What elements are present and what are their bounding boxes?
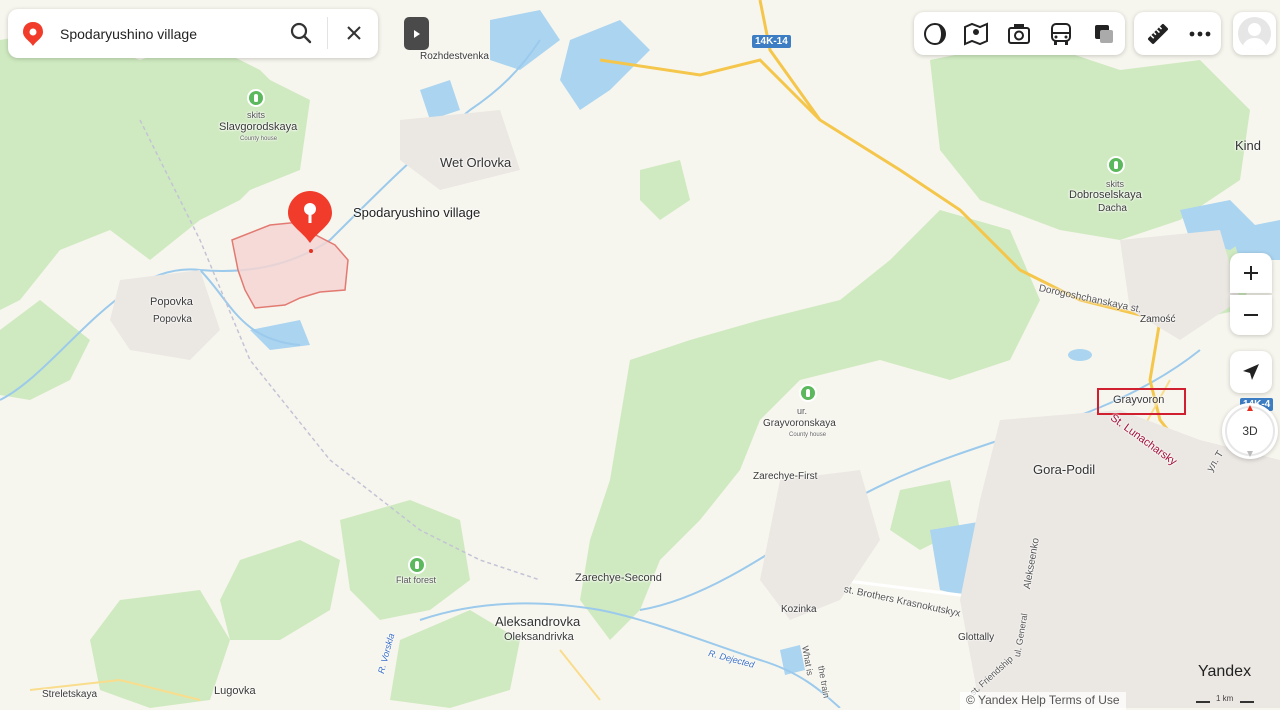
panorama-icon [964,22,988,46]
place-label-slavgorodskaya-small: skits [247,110,265,120]
place-label-aleksandrovka: Aleksandrovka [495,614,581,629]
place-label-dobroselskaya: Dobroselskaya [1069,189,1142,201]
location-pin[interactable] [286,189,334,245]
place-label-oleksandrivka: Oleksandrivka [504,631,574,643]
transit-button[interactable] [1045,18,1077,50]
avatar [1238,17,1271,50]
map-toolbar [914,12,1125,55]
traffic-button[interactable] [1088,18,1120,50]
place-label-grayvoronskaya-micro: County house [789,432,827,438]
layers-icon [924,23,946,45]
map-canvas[interactable] [0,0,1280,708]
layers-button[interactable] [919,18,951,50]
park-icon [408,556,426,574]
park-icon [799,384,817,402]
park-icon [1107,156,1125,174]
search-divider [327,17,328,49]
place-label-lugovka: Lugovka [214,685,256,697]
place-label-popovka: Popovka [150,296,193,308]
more-button[interactable] [1184,18,1216,50]
search-icon [290,22,312,44]
place-label-zamosc: Zamość [1140,314,1176,325]
scale-label: 1 km [1216,694,1234,703]
place-label-kozinka: Kozinka [781,604,817,615]
place-label-spodaryushino[interactable]: Spodaryushino village [353,205,480,220]
3d-toggle-label: 3D [1242,424,1258,438]
scale-bar: 1 km [1196,694,1276,708]
place-label-glottally: Glottally [958,632,995,643]
more-icon [1189,31,1211,37]
minus-icon [1244,314,1258,316]
zoom-out-button[interactable] [1230,295,1272,335]
search-input[interactable] [58,21,282,47]
user-profile[interactable] [1233,12,1276,55]
ruler-icon [1148,24,1168,44]
place-label-grayvoronskaya-small: ur. [797,406,808,416]
place-label-streletskaya: Streletskaya [42,689,98,700]
play-icon [413,29,420,38]
place-label-grayvoronskaya: Grayvoronskaya [763,418,836,429]
plus-icon [1244,266,1258,280]
photo-button[interactable] [1003,18,1035,50]
transit-icon [1051,23,1071,45]
place-label-slavgorodskaya-micro: County house [240,136,278,142]
road-shield-14k14: 14K-14 [752,35,791,48]
ruler-button[interactable] [1142,18,1174,50]
place-label-dobroselskaya-2: Dacha [1098,203,1127,214]
place-label-flat-forest: Flat forest [396,575,437,585]
place-label-popovka-2: Popovka [153,314,192,325]
expand-panel-button[interactable] [404,17,429,50]
close-icon [347,26,361,40]
search-panel [8,9,378,58]
place-label-kind: Kind [1235,138,1262,153]
zoom-in-button[interactable] [1230,253,1272,293]
place-label-rozhdestvenka: Rozhdestvenka [420,51,489,62]
yandex-brand: Yandex [1198,663,1252,680]
copyright-bar[interactable]: © Yandex Help Terms of Use [960,692,1126,710]
navigation-arrow-icon [1243,364,1259,380]
place-label-grayvoron: Grayvoron [1113,394,1165,406]
traffic-icon [1095,25,1113,43]
panorama-button[interactable] [960,18,992,50]
search-button[interactable] [285,17,317,49]
photo-icon [1008,24,1030,44]
place-label-gora-podil: Gora-Podil [1033,462,1096,477]
place-label-wet-orlovka: Wet Orlovka [440,155,512,170]
village-center-dot [309,249,313,253]
park-icon [247,89,265,107]
place-label-slavgorodskaya: Slavgorodskaya [219,121,298,133]
clear-search-button[interactable] [338,17,370,49]
geolocation-button[interactable] [1230,351,1272,393]
place-label-zarechye-first: Zarechye-First [753,471,818,482]
compass-3d-control[interactable]: 3D [1222,403,1278,459]
place-label-dobroselskaya-small: skits [1106,179,1124,189]
pin-icon [288,191,332,243]
tools-toolbar [1134,12,1221,55]
yandex-maps-logo-icon [22,21,44,52]
place-label-zarechye-second: Zarechye-Second [575,572,662,584]
